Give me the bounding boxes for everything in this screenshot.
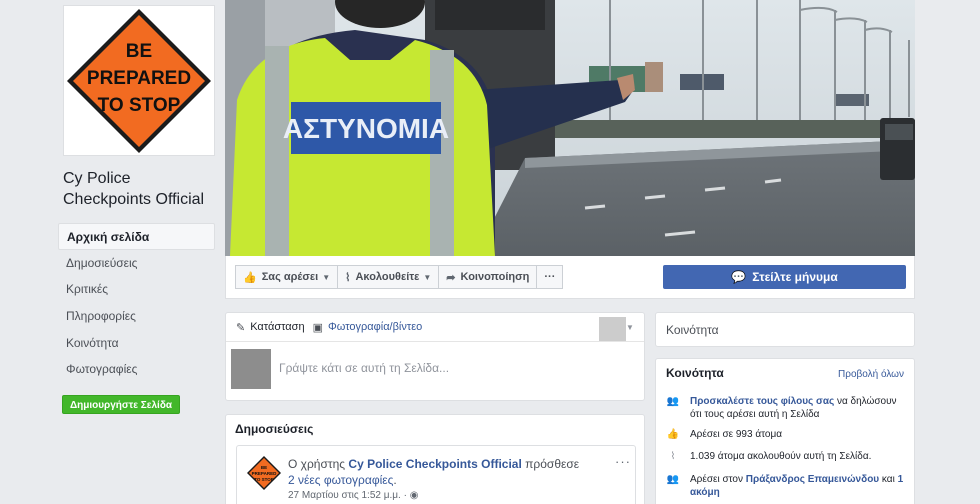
page-title[interactable]: Cy Police Checkpoints Official xyxy=(63,168,223,210)
posts-heading: Δημοσιεύσεις xyxy=(235,422,314,436)
liked-by-prefix: Αρέσει στον xyxy=(690,474,746,485)
vest-text: ΑΣΤΥΝΟΜΙΑ xyxy=(283,113,449,144)
rss-icon: ⌇ xyxy=(670,451,676,462)
post-logo-line-2: PREPARED xyxy=(252,471,277,476)
more-button[interactable]: ··· xyxy=(536,265,564,289)
post-prefix: Ο χρήστης xyxy=(288,457,346,471)
road-sign-logo: BE PREPARED TO STOP xyxy=(67,8,211,153)
liked-by-text: Αρέσει στον Πράξανδρος Επαμεινώνδου και … xyxy=(690,473,906,499)
sign-line-1: BE xyxy=(126,41,152,62)
status-label: Κατάσταση xyxy=(250,321,305,333)
thumbs-up-icon: 👍 xyxy=(243,271,257,284)
camera-icon: ▣ xyxy=(312,321,323,334)
invite-text: Προσκαλέστε τους φίλους σας να δηλώσουν … xyxy=(690,395,906,421)
tab-status[interactable]: ✎ Κατάσταση xyxy=(236,321,305,334)
nav-item-home[interactable]: Αρχική σελίδα xyxy=(58,223,215,250)
community-card: Κοινότητα Προβολή όλων 👥 Προσκαλέστε του… xyxy=(655,358,915,504)
post-logo-line-1: BE xyxy=(261,465,267,470)
like-label: Σας αρέσει xyxy=(261,271,319,283)
people-icon: 👥 xyxy=(666,396,680,407)
chevron-down-icon[interactable]: ▼ xyxy=(626,323,634,332)
community-header-label: Κοινότητα xyxy=(666,323,719,337)
pencil-icon: ✎ xyxy=(236,321,246,334)
liked-by-mid: και xyxy=(879,474,898,485)
nav-item-posts[interactable]: Δημοσιεύσεις xyxy=(58,250,215,277)
share-label: Κοινοποίηση xyxy=(460,271,530,283)
post-time-label: 27 Μαρτίου στις 1:52 μ.μ. · xyxy=(288,490,407,501)
sign-line-3: TO STOP xyxy=(98,95,181,116)
invite-row: 👥 Προσκαλέστε τους φίλους σας να δηλώσου… xyxy=(666,395,906,421)
post-header-text: Ο χρήστης Cy Police Checkpoints Official… xyxy=(288,456,588,488)
page-title-line-2: Checkpoints Official xyxy=(63,191,205,208)
sign-line-2: PREPARED xyxy=(87,68,191,89)
follow-button[interactable]: ⌇ Ακολουθείτε ▼ xyxy=(337,265,440,289)
page-title-line-1: Cy Police xyxy=(63,170,131,187)
post-as-avatar[interactable] xyxy=(599,317,626,341)
messenger-icon: 💬 xyxy=(731,270,747,284)
post-logo-line-3: TO STOP xyxy=(254,477,274,482)
share-arrow-icon: ➦ xyxy=(446,271,456,284)
posts-section: Δημοσιεύσεις BE PREPARED TO STOP Ο χρήστ… xyxy=(225,414,645,504)
like-button[interactable]: 👍 Σας αρέσει ▼ xyxy=(235,265,339,289)
globe-icon: ◉ xyxy=(409,490,419,501)
post-author-avatar[interactable]: BE PREPARED TO STOP xyxy=(246,455,282,491)
rss-icon: ⌇ xyxy=(345,271,351,284)
profile-picture[interactable]: BE PREPARED TO STOP xyxy=(63,5,215,156)
post-suffix: . xyxy=(393,473,397,487)
nav-item-photos[interactable]: Φωτογραφίες xyxy=(58,356,215,383)
thumbs-up-icon: 👍 xyxy=(666,429,680,440)
post-action: πρόσθεσε xyxy=(525,457,580,471)
likes-row: 👍 Αρέσει σε 993 άτομα xyxy=(666,428,906,441)
composer-input[interactable]: Γράψτε κάτι σε αυτή τη Σελίδα... xyxy=(279,361,449,375)
tab-photo-video[interactable]: ▣ Φωτογραφία/βίντεο xyxy=(313,321,423,334)
see-all-link[interactable]: Προβολή όλων xyxy=(838,369,904,380)
nav-item-reviews[interactable]: Κριτικές xyxy=(58,276,215,303)
post-timestamp[interactable]: 27 Μαρτίου στις 1:52 μ.μ. · ◉ xyxy=(288,490,418,501)
send-message-button[interactable]: 💬 Στείλτε μήνυμα xyxy=(663,265,906,289)
community-title: Κοινότητα xyxy=(666,366,724,380)
follows-count: 1.039 άτομα ακολουθούν αυτή τη Σελίδα. xyxy=(690,451,872,462)
liked-by-row: 👥 Αρέσει στον Πράξανδρος Επαμεινώνδου κα… xyxy=(666,473,906,499)
community-header-card[interactable]: Κοινότητα xyxy=(655,312,915,347)
people-icon: 👥 xyxy=(666,474,680,485)
page-action-bar: 👍 Σας αρέσει ▼ ⌇ Ακολουθείτε ▼ ➦ Κοινοπο… xyxy=(225,256,915,299)
page-nav: Αρχική σελίδα Δημοσιεύσεις Κριτικές Πληρ… xyxy=(58,223,215,383)
photo-video-label: Φωτογραφία/βίντεο xyxy=(327,321,423,333)
chevron-down-icon: ▼ xyxy=(322,272,331,282)
likes-count: Αρέσει σε 993 άτομα xyxy=(690,429,783,440)
invite-friends-link[interactable]: Προσκαλέστε τους φίλους σας xyxy=(690,396,834,407)
post-options-button[interactable]: ··· xyxy=(615,454,631,469)
post-photos-link[interactable]: 2 νέες φωτογραφίες xyxy=(288,473,393,487)
cover-photo[interactable]: ΑΣΤΥΝΟΜΙΑ xyxy=(225,0,915,256)
liked-by-friend-link[interactable]: Πράξανδρος Επαμεινώνδου xyxy=(746,474,879,485)
send-message-label: Στείλτε μήνυμα xyxy=(752,270,838,284)
post-composer: ✎ Κατάσταση ▣ Φωτογραφία/βίντεο ▼ Γράψτε… xyxy=(225,312,645,401)
follow-label: Ακολουθείτε xyxy=(355,271,420,283)
composer-avatar xyxy=(231,349,271,389)
post-author-link[interactable]: Cy Police Checkpoints Official xyxy=(348,457,521,471)
cover-image: ΑΣΤΥΝΟΜΙΑ xyxy=(225,0,915,256)
more-label: ··· xyxy=(544,271,556,283)
follows-row: ⌇ 1.039 άτομα ακολουθούν αυτή τη Σελίδα. xyxy=(666,450,906,463)
chevron-down-icon: ▼ xyxy=(423,272,432,282)
post-card: BE PREPARED TO STOP Ο χρήστης Cy Police … xyxy=(236,445,636,504)
create-page-button[interactable]: Δημιουργήστε Σελίδα xyxy=(62,395,180,414)
nav-item-community[interactable]: Κοινότητα xyxy=(58,330,215,357)
share-button[interactable]: ➦ Κοινοποίηση xyxy=(438,265,538,289)
nav-item-about[interactable]: Πληροφορίες xyxy=(58,303,215,330)
